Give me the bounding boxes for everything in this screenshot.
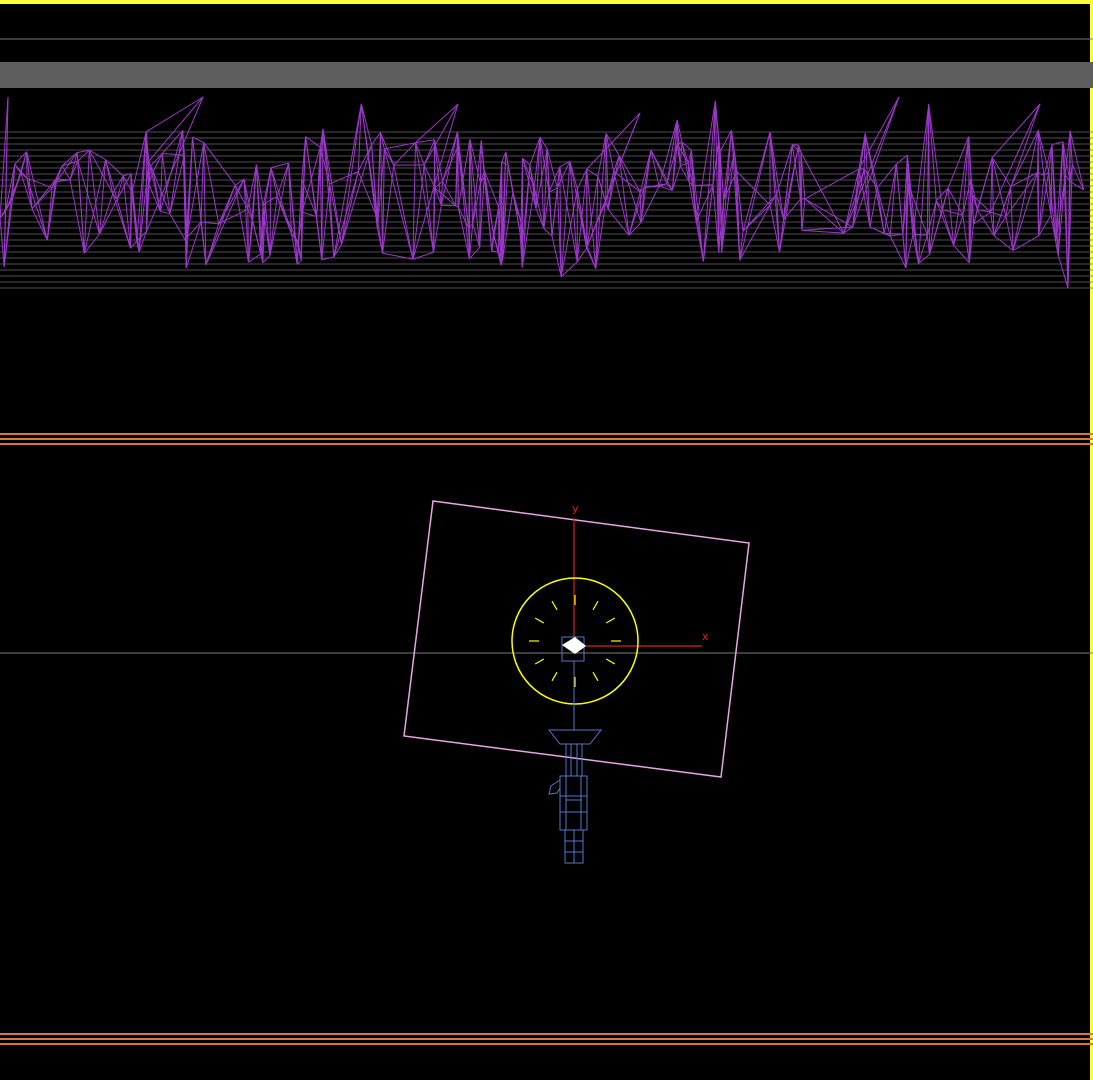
viewport-canvas[interactable] <box>0 0 1093 1080</box>
ground-plane-lower <box>0 1033 1093 1045</box>
3d-viewport[interactable]: y x <box>0 0 1093 1080</box>
x-axis-label: x <box>702 630 709 643</box>
character-wireframe-icon[interactable] <box>547 661 603 864</box>
transform-gizmo[interactable] <box>573 518 702 647</box>
pivot-marker-icon[interactable] <box>561 636 586 662</box>
y-axis-label: y <box>572 502 579 515</box>
background-band <box>0 62 1093 88</box>
ground-plane-upper <box>0 433 1093 445</box>
